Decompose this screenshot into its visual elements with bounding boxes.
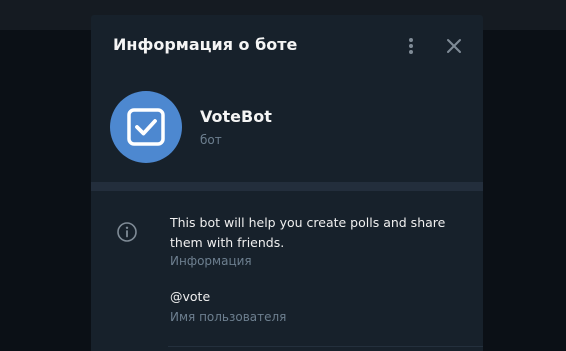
bot-status: бот xyxy=(200,133,222,147)
more-vertical-icon xyxy=(409,38,413,54)
bot-name: VoteBot xyxy=(200,107,272,126)
row-divider xyxy=(168,346,483,347)
bot-info-dialog: Информация о боте VoteBot бот This bot w… xyxy=(91,15,483,351)
section-divider xyxy=(91,182,483,191)
bot-username[interactable]: @vote xyxy=(170,289,210,304)
close-button[interactable] xyxy=(443,35,465,57)
username-label: Имя пользователя xyxy=(170,310,287,324)
bot-description: This bot will help you create polls and … xyxy=(170,215,446,250)
bot-avatar[interactable] xyxy=(110,91,182,163)
close-icon xyxy=(447,39,461,53)
dialog-title: Информация о боте xyxy=(113,35,298,54)
info-icon xyxy=(116,221,138,243)
checkbox-checked-icon xyxy=(127,108,165,146)
more-options-button[interactable] xyxy=(399,35,423,57)
description-label: Информация xyxy=(170,254,252,268)
